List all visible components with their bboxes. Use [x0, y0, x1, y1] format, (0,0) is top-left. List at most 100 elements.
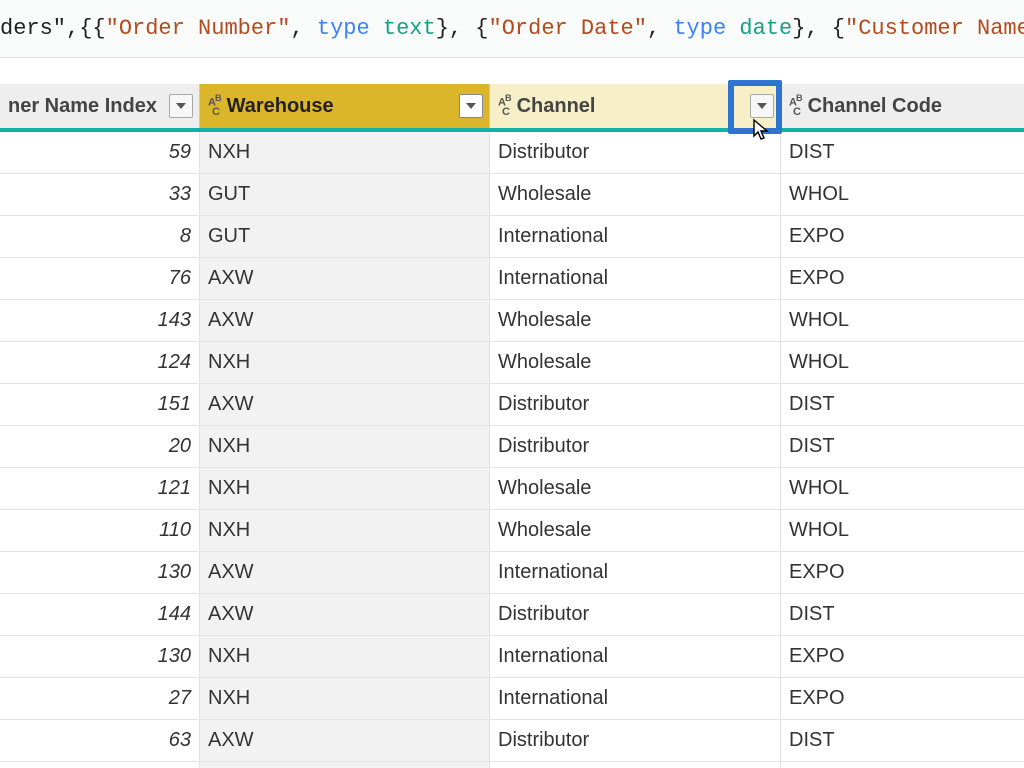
cell-customer-name-index[interactable]: 151 — [0, 384, 200, 425]
cell-channel[interactable]: Wholesale — [490, 174, 781, 215]
cell-channel-code[interactable]: DIST — [781, 594, 1024, 635]
formula-string-1: "Order Number" — [106, 16, 291, 41]
cell-warehouse[interactable]: NXH — [200, 636, 490, 677]
cell-channel-code[interactable]: DIST — [781, 720, 1024, 761]
cell-customer-name-index[interactable]: 63 — [0, 720, 200, 761]
cell-warehouse[interactable]: NXH — [200, 426, 490, 467]
cell-warehouse[interactable]: NXH — [200, 510, 490, 551]
chevron-down-icon — [466, 103, 476, 109]
cell-customer-name-index[interactable]: 130 — [0, 636, 200, 677]
formula-bar[interactable]: ders",{{"Order Number", type text}, {"Or… — [0, 0, 1024, 58]
table-row[interactable]: 110NXHWholesaleWHOL — [0, 510, 1024, 552]
cell-warehouse[interactable]: AXW — [200, 720, 490, 761]
cell-customer-name-index[interactable]: 59 — [0, 132, 200, 173]
cell-channel[interactable]: Wholesale — [490, 468, 781, 509]
cell-warehouse[interactable]: AXW — [200, 552, 490, 593]
column-header-channel-code[interactable]: ABC Channel Code — [781, 84, 1024, 128]
chevron-down-icon — [757, 103, 767, 109]
cell-channel[interactable]: Distributor — [490, 426, 781, 467]
cell-warehouse[interactable]: FLR — [200, 762, 490, 768]
cell-channel[interactable]: Wholesale — [490, 762, 781, 768]
cell-customer-name-index[interactable]: 121 — [0, 468, 200, 509]
cell-channel[interactable]: International — [490, 216, 781, 257]
cell-warehouse[interactable]: NXH — [200, 132, 490, 173]
cell-channel-code[interactable]: WHOL — [781, 510, 1024, 551]
cell-warehouse[interactable]: NXH — [200, 468, 490, 509]
cell-channel-code[interactable]: EXPO — [781, 216, 1024, 257]
formula-string-3: "Customer Name Index" — [845, 16, 1024, 41]
table-row[interactable]: 8GUTInternationalEXPO — [0, 216, 1024, 258]
cell-customer-name-index[interactable]: 124 — [0, 342, 200, 383]
cell-channel-code[interactable]: WHOL — [781, 468, 1024, 509]
table-row[interactable]: 121NXHWholesaleWHOL — [0, 468, 1024, 510]
table-row[interactable]: 130NXHInternationalEXPO — [0, 636, 1024, 678]
cell-channel-code[interactable]: EXPO — [781, 678, 1024, 719]
cell-channel-code[interactable]: DIST — [781, 426, 1024, 467]
cell-warehouse[interactable]: AXW — [200, 594, 490, 635]
table-row[interactable]: 124NXHWholesaleWHOL — [0, 342, 1024, 384]
text-type-icon: ABC — [789, 94, 802, 118]
text-type-icon: ABC — [498, 94, 511, 118]
cell-warehouse[interactable]: NXH — [200, 342, 490, 383]
cell-customer-name-index[interactable]: 130 — [0, 552, 200, 593]
formula-keyword-type: type — [317, 16, 370, 41]
cell-channel-code[interactable]: DIST — [781, 384, 1024, 425]
column-header-customer-name-index[interactable]: ner Name Index — [0, 84, 200, 128]
cell-channel-code[interactable]: EXPO — [781, 258, 1024, 299]
cell-customer-name-index[interactable]: 143 — [0, 300, 200, 341]
cell-customer-name-index[interactable]: 144 — [0, 594, 200, 635]
column-label: ner Name Index — [8, 95, 169, 118]
table-row[interactable]: 20NXHDistributorDIST — [0, 426, 1024, 468]
cell-channel[interactable]: International — [490, 258, 781, 299]
table-row[interactable]: 76AXWInternationalEXPO — [0, 258, 1024, 300]
table-row[interactable]: 151AXWDistributorDIST — [0, 384, 1024, 426]
filter-dropdown-button[interactable] — [459, 94, 483, 118]
cell-customer-name-index[interactable]: 33 — [0, 174, 200, 215]
table-row[interactable]: 143AXWWholesaleWHOL — [0, 300, 1024, 342]
cell-channel-code[interactable]: EXPO — [781, 636, 1024, 677]
table-row[interactable]: 33GUTWholesaleWHOL — [0, 174, 1024, 216]
formula-keyword-date: date — [739, 16, 792, 41]
cell-warehouse[interactable]: GUT — [200, 174, 490, 215]
cell-channel[interactable]: Wholesale — [490, 342, 781, 383]
cell-warehouse[interactable]: AXW — [200, 300, 490, 341]
cell-warehouse[interactable]: GUT — [200, 216, 490, 257]
cell-customer-name-index[interactable]: 27 — [0, 678, 200, 719]
cell-channel[interactable]: Distributor — [490, 132, 781, 173]
cell-channel[interactable]: Wholesale — [490, 510, 781, 551]
table-row[interactable]: 63AXWDistributorDIST — [0, 720, 1024, 762]
cell-customer-name-index[interactable]: 20 — [0, 426, 200, 467]
filter-dropdown-button[interactable] — [750, 94, 774, 118]
table-row[interactable]: 130AXWInternationalEXPO — [0, 552, 1024, 594]
cell-channel[interactable]: Distributor — [490, 720, 781, 761]
cell-channel[interactable]: Distributor — [490, 384, 781, 425]
column-header-channel[interactable]: ABC Channel — [490, 84, 781, 128]
cell-channel[interactable]: Distributor — [490, 594, 781, 635]
cell-channel-code[interactable]: WHOL — [781, 762, 1024, 768]
cell-warehouse[interactable]: NXH — [200, 678, 490, 719]
formula-string-2: "Order Date" — [489, 16, 647, 41]
cell-customer-name-index[interactable]: 8 — [0, 216, 200, 257]
data-grid: 59NXHDistributorDIST33GUTWholesaleWHOL8G… — [0, 132, 1024, 768]
cell-customer-name-index[interactable]: 76 — [0, 258, 200, 299]
formula-text: ders",{{ — [0, 16, 106, 41]
cell-channel[interactable]: International — [490, 636, 781, 677]
cell-channel[interactable]: International — [490, 678, 781, 719]
cell-channel-code[interactable]: WHOL — [781, 174, 1024, 215]
cell-warehouse[interactable]: AXW — [200, 258, 490, 299]
cell-warehouse[interactable]: AXW — [200, 384, 490, 425]
cell-channel[interactable]: Wholesale — [490, 300, 781, 341]
cell-customer-name-index[interactable]: 110 — [0, 762, 200, 768]
cell-channel-code[interactable]: DIST — [781, 132, 1024, 173]
table-row[interactable]: 59NXHDistributorDIST — [0, 132, 1024, 174]
cell-channel-code[interactable]: WHOL — [781, 300, 1024, 341]
table-row[interactable]: 27NXHInternationalEXPO — [0, 678, 1024, 720]
column-header-warehouse[interactable]: ABC Warehouse — [200, 84, 490, 128]
cell-channel-code[interactable]: EXPO — [781, 552, 1024, 593]
table-row[interactable]: 110FLRWholesaleWHOL — [0, 762, 1024, 768]
filter-dropdown-button[interactable] — [169, 94, 193, 118]
cell-customer-name-index[interactable]: 110 — [0, 510, 200, 551]
cell-channel[interactable]: International — [490, 552, 781, 593]
table-row[interactable]: 144AXWDistributorDIST — [0, 594, 1024, 636]
cell-channel-code[interactable]: WHOL — [781, 342, 1024, 383]
